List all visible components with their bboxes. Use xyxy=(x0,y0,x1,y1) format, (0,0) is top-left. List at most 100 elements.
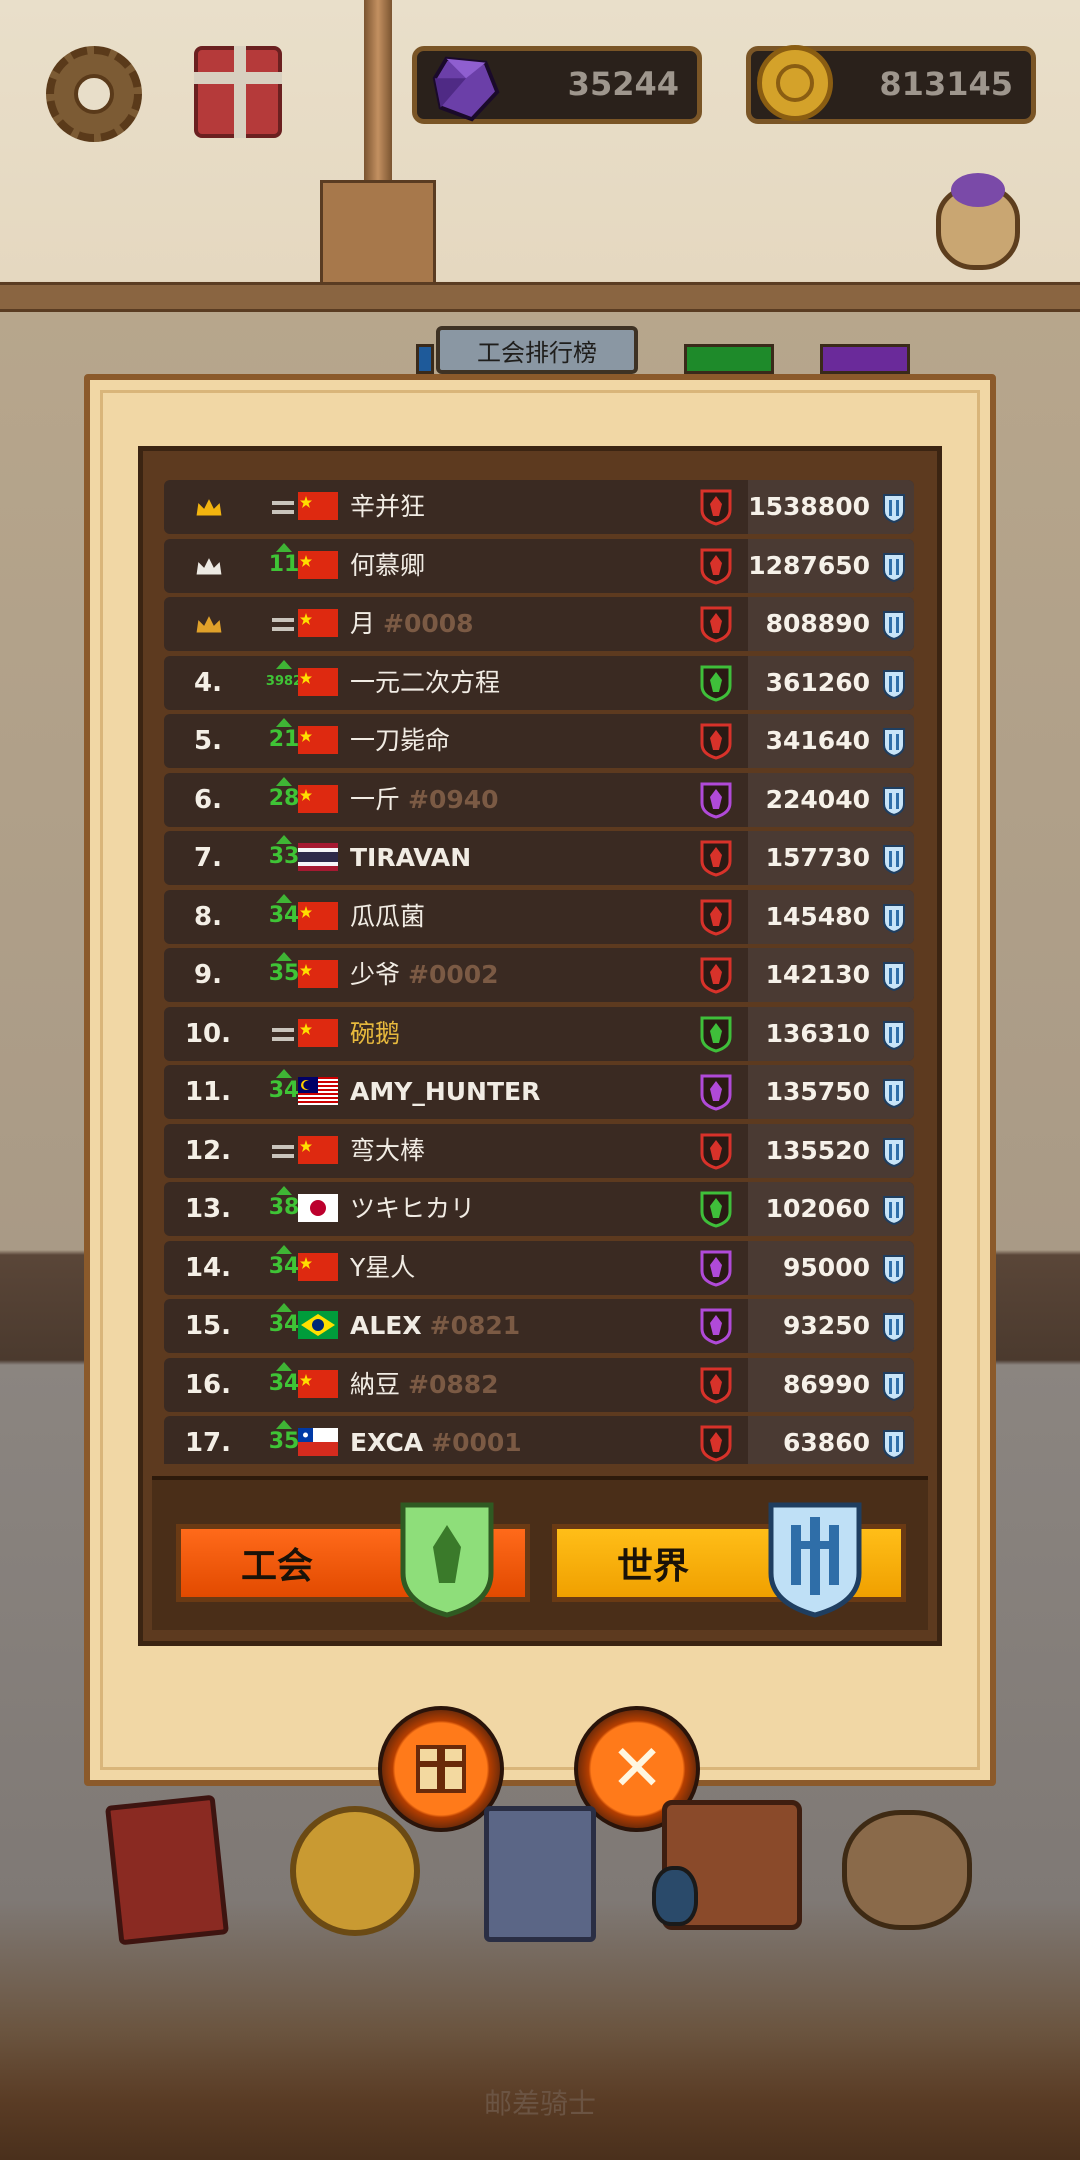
rank-number: 8. xyxy=(194,901,222,932)
coin-icon xyxy=(757,45,833,121)
leaderboard-row[interactable]: 10. 碗鹅 136310 xyxy=(164,1006,914,1061)
player-tag: #0008 xyxy=(383,609,474,638)
purple-clan-emblem-icon xyxy=(700,782,732,819)
leaderboard-row[interactable]: 12. 弯大棒 135520 xyxy=(164,1123,914,1178)
wall-shelf xyxy=(0,282,1080,312)
rank-number: 15. xyxy=(184,1311,232,1341)
player-score: 102060 xyxy=(765,1194,870,1223)
china-flag-icon xyxy=(298,784,338,813)
world-shield-small-icon xyxy=(883,1254,905,1284)
player-name: 月 #0008 xyxy=(350,597,474,651)
coin-counter: 813145 xyxy=(746,45,1036,124)
pole-base xyxy=(320,180,436,293)
player-name: 少爷 #0002 xyxy=(350,948,499,1002)
rank-number: 4. xyxy=(194,667,222,698)
up-arrow-icon xyxy=(276,1186,292,1195)
leaderboard-row[interactable]: 辛并狂 1538800 xyxy=(164,480,914,534)
player-name: 納豆 #0882 xyxy=(350,1358,499,1412)
player-name-text: 納豆 xyxy=(350,1369,401,1399)
rank-unchanged-icon xyxy=(272,1144,294,1158)
gift-box-icon[interactable] xyxy=(194,46,282,138)
money-bag-icon[interactable] xyxy=(842,1810,972,1930)
red-clan-emblem-icon xyxy=(700,899,732,936)
player-name-text: 一斤 xyxy=(350,784,401,814)
leaderboard-row[interactable]: 16. 34 納豆 #0882 86990 xyxy=(164,1357,914,1412)
world-shield-small-icon xyxy=(883,786,905,816)
coin-count: 813145 xyxy=(879,65,1013,103)
rank-number: 11. xyxy=(184,1077,232,1107)
rank-number: 14. xyxy=(184,1252,232,1283)
leaderboard-row[interactable]: 5. 21 一刀毙命 341640 xyxy=(164,714,914,768)
leaderboard-list[interactable]: 辛并狂 1538800 11 何慕卿 1287650 月 #0008 808890 4. 3982… xyxy=(164,480,914,1464)
world-shield-small-icon xyxy=(883,1313,905,1342)
world-button[interactable]: 世界 xyxy=(552,1502,906,1618)
leaderboard-row[interactable]: 6. 28 一斤 #0940 224040 xyxy=(164,772,914,827)
crown-icon xyxy=(195,496,223,517)
leaderboard-row[interactable]: 17. 35 EXCA #0001 63860 xyxy=(164,1416,914,1464)
up-arrow-icon xyxy=(276,718,292,727)
player-name: 一刀毙命 xyxy=(350,714,450,768)
leaderboard-row[interactable]: 7. 33 TIRAVAN 157730 xyxy=(164,831,914,885)
rank-unchanged-icon xyxy=(272,618,294,631)
guild-button[interactable]: 工会 xyxy=(176,1502,530,1618)
leaderboard-row[interactable]: 11 何慕卿 1287650 xyxy=(164,538,914,593)
spell-book-icon[interactable] xyxy=(104,1794,230,1946)
leaderboard-row[interactable]: 11. 34 AMY_HUNTER 135750 xyxy=(164,1065,914,1119)
world-shield-small-icon xyxy=(883,552,905,582)
red-clan-emblem-icon xyxy=(700,548,732,585)
green-clan-emblem-icon xyxy=(700,1191,732,1228)
player-score: 224040 xyxy=(765,784,870,814)
red-clan-emblem-icon xyxy=(700,1367,732,1404)
gem-sack-icon[interactable] xyxy=(936,173,1020,270)
gift-icon xyxy=(416,1745,466,1793)
rank-number: 7. xyxy=(194,843,222,873)
player-name-text: TIRAVAN xyxy=(350,843,472,872)
china-flag-icon xyxy=(298,1369,338,1398)
rank-number: 13. xyxy=(184,1194,232,1224)
tab-blue[interactable] xyxy=(416,344,434,374)
player-name: AMY_HUNTER xyxy=(350,1065,540,1119)
player-name: TIRAVAN xyxy=(350,831,471,885)
up-arrow-icon xyxy=(276,1244,292,1254)
player-tag: #0002 xyxy=(408,960,499,989)
tab-green[interactable] xyxy=(684,344,774,374)
game-scene: 35244 813145 工会排行榜 辛并狂 1538800 11 何慕卿 128765… xyxy=(0,0,1080,2160)
player-name-text: Y星人 xyxy=(350,1252,416,1282)
china-flag-icon xyxy=(298,901,338,930)
leaderboard-row[interactable]: 14. 34 Y星人 95000 xyxy=(164,1240,914,1295)
world-shield-icon xyxy=(768,1502,862,1618)
player-score: 341640 xyxy=(765,726,870,755)
leaderboard-row[interactable]: 8. 34 瓜瓜菌 145480 xyxy=(164,889,914,944)
rank-number: 10. xyxy=(184,1018,232,1049)
world-shield-small-icon xyxy=(883,962,905,991)
player-name-text: 瓜瓜菌 xyxy=(350,901,426,931)
china-flag-icon xyxy=(298,667,338,696)
world-shield-small-icon xyxy=(883,728,905,757)
china-flag-icon xyxy=(298,726,338,754)
up-arrow-icon xyxy=(276,1303,292,1312)
player-name: 一斤 #0940 xyxy=(350,773,499,827)
player-tag: #0821 xyxy=(429,1311,521,1340)
up-arrow-icon xyxy=(276,659,292,669)
star-medal-icon[interactable] xyxy=(290,1806,420,1936)
world-shield-small-icon xyxy=(883,1079,905,1108)
up-arrow-icon xyxy=(276,776,292,786)
tab-title-label: 工会排行榜 xyxy=(477,338,597,367)
green-clan-emblem-icon xyxy=(700,665,732,702)
card-deck-icon[interactable] xyxy=(484,1806,596,1942)
player-name-text: 碗鹅 xyxy=(350,1018,401,1048)
leaderboard-row[interactable]: 月 #0008 808890 xyxy=(164,597,914,651)
player-score: 63860 xyxy=(783,1428,870,1457)
rank-number: 12. xyxy=(184,1135,232,1166)
tab-purple[interactable] xyxy=(820,344,910,374)
rank-unchanged-icon xyxy=(272,1027,294,1041)
player-name-text: EXCA xyxy=(350,1428,424,1457)
player-name-text: 何慕卿 xyxy=(350,550,426,580)
leaderboard-row[interactable]: 15. 34 ALEX #0821 93250 xyxy=(164,1299,914,1353)
leaderboard-row[interactable]: 9. 35 少爷 #0002 142130 xyxy=(164,948,914,1002)
leaderboard-row[interactable]: 13. 38 ツキヒカリ 102060 xyxy=(164,1182,914,1236)
tab-guild-leaderboard[interactable]: 工会排行榜 xyxy=(436,326,638,374)
gem-counter: 35244 xyxy=(412,46,702,124)
settings-gear-icon[interactable] xyxy=(46,46,142,142)
leaderboard-row[interactable]: 4. 3982 一元二次方程 361260 xyxy=(164,655,914,710)
